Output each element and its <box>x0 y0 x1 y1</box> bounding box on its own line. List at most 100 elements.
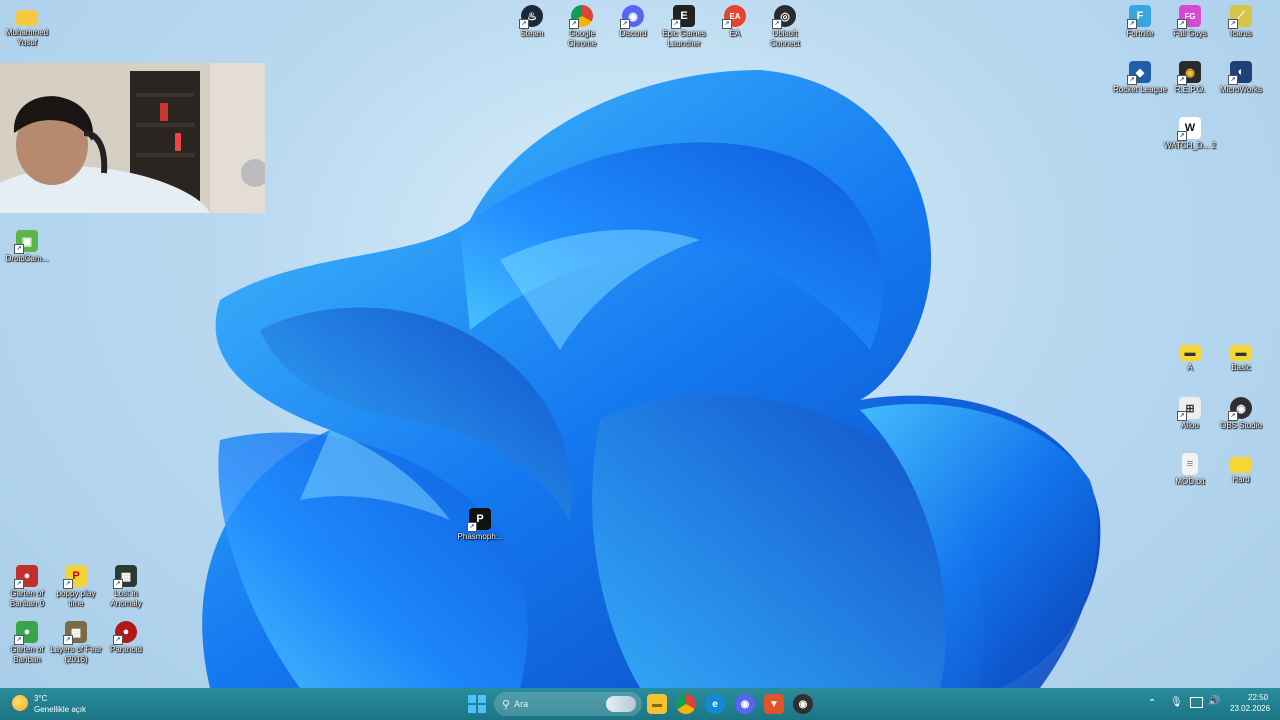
search-icon: ⚲ <box>502 698 511 711</box>
desktop-icon-paranoid[interactable]: ↗ ● Paranoid <box>99 621 153 655</box>
start-button[interactable] <box>468 695 486 713</box>
droidcam-icon: ↗ ▣ <box>14 230 38 254</box>
alloo-icon: ↗ ⊞ <box>1177 397 1201 421</box>
desktop-icon-label: DroidCam... <box>5 254 49 263</box>
desktop-icon-label: Fortnite <box>1126 29 1154 38</box>
banban-icon: ↗ ● <box>14 621 38 645</box>
folder-icon <box>16 10 38 26</box>
desktop-icon-folder-a[interactable]: ▬ A <box>1163 341 1217 373</box>
start-icon-tile <box>468 695 476 703</box>
taskbar: 3°C Genellikle açık ⚲ Ara ▬ e ◉ ▼ ◉ ⌃ 🎙 … <box>0 688 1280 720</box>
lost-in-anomaly-icon: ↗ ▦ <box>113 565 137 589</box>
desktop-icon-user-folder[interactable]: Muhammed Yusuf <box>0 6 54 48</box>
repo-icon: ↗ ◉ <box>1177 61 1201 85</box>
desktop-icon-mod-txt[interactable]: ≡ MOD.txt <box>1163 453 1217 487</box>
weather-widget[interactable]: 3°C Genellikle açık <box>10 692 120 716</box>
rocket-league-icon: ↗ ◆ <box>1127 61 1151 85</box>
poppy-icon: ↗ P <box>63 565 87 589</box>
desktop-icon-banban[interactable]: ↗ ● Garten of Banban <box>0 621 54 665</box>
desktop-icon-label: Lost in Anomaly <box>110 589 142 608</box>
icarus-icon: ↗ ⟋ <box>1228 5 1252 29</box>
desktop-icon-phasmophobia[interactable]: ↗ P Phasmoph... <box>453 508 507 542</box>
search-input[interactable]: Ara <box>514 699 528 709</box>
file-explorer-icon[interactable]: ▬ <box>647 694 667 714</box>
desktop-icon-label: Icarus <box>1230 29 1252 38</box>
desktop-icon-fall-guys[interactable]: ↗ FG Fall Guys <box>1163 5 1217 39</box>
desktop-icon-fortnite[interactable]: ↗ F Fortnite <box>1113 5 1167 39</box>
watch-dogs-icon: ↗ W <box>1177 117 1201 141</box>
chrome-icon[interactable] <box>676 694 696 714</box>
desktop-icon-label: Epic Games Launcher <box>662 29 706 48</box>
fortnite-icon: ↗ F <box>1127 5 1151 29</box>
desktop-icon-label: Paranoid <box>109 645 143 654</box>
webcam-feed <box>0 63 265 213</box>
chevron-up-icon[interactable]: ⌃ <box>1148 698 1156 709</box>
desktop-icon-layers-of-fear[interactable]: ↗ ▦ Layers of Fear (2016) <box>49 621 103 665</box>
desktop-icon-ea[interactable]: ↗ EA EA <box>708 5 762 39</box>
desktop-icon-label: Phasmoph... <box>457 532 503 541</box>
desktop-icon-folder-basic[interactable]: ▬ Basic <box>1214 341 1268 373</box>
obs-icon[interactable]: ◉ <box>793 694 813 714</box>
desktop-icon-ubisoft[interactable]: ↗ ◎ Ubisoft Connect <box>758 5 812 49</box>
clock-date[interactable]: 23.02.2026 <box>1230 704 1270 713</box>
desktop-icon-label: Basic <box>1231 363 1251 372</box>
desktop-icon-microworks[interactable]: ↗ ◐ MicroWorks <box>1214 61 1268 95</box>
desktop-icon-label: Fall Guys <box>1173 29 1207 38</box>
desktop-icon-banban0[interactable]: ↗ ● Garten of Banban 0 <box>0 565 54 609</box>
steam-icon: ↗ ♨ <box>519 5 543 29</box>
start-icon-tile <box>478 695 486 703</box>
desktop-icon-icarus[interactable]: ↗ ⟋ Icarus <box>1214 5 1268 39</box>
desktop-icon-obs-studio[interactable]: ↗ ◉ OBS Studio <box>1214 397 1268 431</box>
desktop-icon-label: Steam <box>520 29 544 38</box>
edge-icon[interactable]: e <box>705 694 725 714</box>
desktop-icon-label: EA <box>729 29 741 38</box>
desktop-icon-watch-dogs[interactable]: ↗ W WATCH_D... 2 <box>1163 117 1217 151</box>
desktop-icon-folder-hard[interactable]: Hard <box>1214 453 1268 485</box>
desktop-icon-label: MOD.txt <box>1175 477 1205 486</box>
taskbar-search[interactable]: ⚲ Ara <box>494 692 642 716</box>
fall-guys-icon: ↗ FG <box>1177 5 1201 29</box>
discord-icon[interactable]: ◉ <box>735 694 755 714</box>
chrome-icon: ↗ <box>569 5 593 29</box>
desktop-icon-epic[interactable]: ↗ E Epic Games Launcher <box>657 5 711 49</box>
desktop-icon-label: Garten of Banban <box>10 645 44 664</box>
clock-time[interactable]: 22:50 <box>1248 693 1268 702</box>
phasmophobia-icon: ↗ P <box>467 508 491 532</box>
folder-icon: ▬ <box>1179 345 1201 361</box>
desktop-icon-droidcam[interactable]: ↗ ▣ DroidCam... <box>0 230 54 264</box>
obs-studio-icon: ↗ ◉ <box>1228 397 1252 421</box>
desktop-icon-rocket-league[interactable]: ↗ ◆ Rocket League <box>1113 61 1167 95</box>
discord-icon: ↗ ◉ <box>620 5 644 29</box>
desktop-icon-repo[interactable]: ↗ ◉ R.E.P.O. <box>1163 61 1217 95</box>
brave-icon[interactable]: ▼ <box>764 694 784 714</box>
desktop-icon-steam[interactable]: ↗ ♨ Steam <box>505 5 559 39</box>
display-icon[interactable] <box>1190 697 1203 708</box>
volume-icon[interactable]: 🔊 <box>1208 696 1220 707</box>
desktop-icon-alloo[interactable]: ↗ ⊞ Alloo <box>1163 397 1217 431</box>
search-highlight-icon <box>606 696 636 712</box>
weather-sun-icon <box>12 695 28 711</box>
text-file-icon: ≡ <box>1182 453 1198 475</box>
epic-games-icon: ↗ E <box>671 5 695 29</box>
desktop-icon-poppy[interactable]: ↗ P poppy play time <box>49 565 103 609</box>
start-icon-tile <box>478 705 486 713</box>
folder-icon <box>1230 457 1252 473</box>
weather-temp: 3°C <box>34 694 48 703</box>
paranoid-icon: ↗ ● <box>113 621 137 645</box>
microworks-icon: ↗ ◐ <box>1228 61 1252 85</box>
desktop-icon-label: WATCH_D... 2 <box>1163 141 1216 150</box>
microphone-icon[interactable]: 🎙 <box>1170 697 1183 708</box>
desktop-icon-chrome[interactable]: ↗ Google Chrome <box>555 5 609 49</box>
desktop-icon-label: R.E.P.O. <box>1174 85 1206 94</box>
desktop-icon-label: Layers of Fear (2016) <box>50 645 102 664</box>
desktop-icon-label: Rocket League <box>1113 85 1167 94</box>
layers-of-fear-icon: ↗ ▦ <box>63 621 87 645</box>
weather-desc: Genellikle açık <box>34 705 87 714</box>
ubisoft-icon: ↗ ◎ <box>772 5 796 29</box>
desktop-icon-lost-in-anomaly[interactable]: ↗ ▦ Lost in Anomaly <box>99 565 153 609</box>
desktop-icon-label: Muhammed Yusuf <box>5 28 49 47</box>
desktop-icon-label: Garten of Banban 0 <box>9 589 45 608</box>
desktop-icon-label: Ubisoft Connect <box>770 29 800 48</box>
folder-icon: ▬ <box>1230 345 1252 361</box>
desktop-icon-discord[interactable]: ↗ ◉ Discord <box>606 5 660 39</box>
